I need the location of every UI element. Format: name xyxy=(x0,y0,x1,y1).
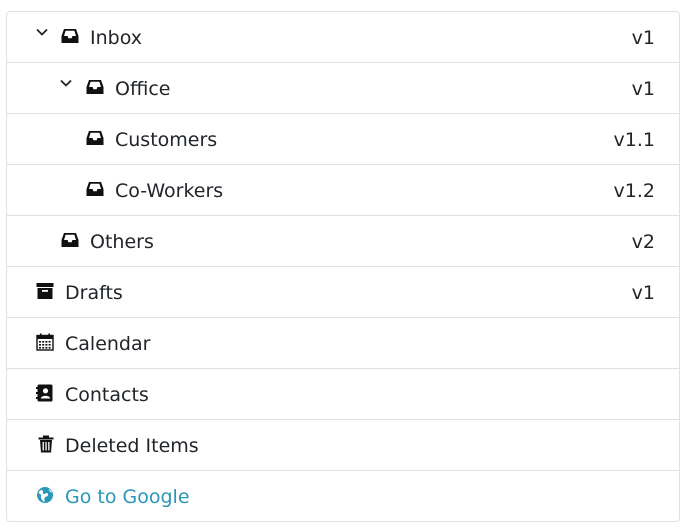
tree-item-contacts[interactable]: Contacts xyxy=(7,369,679,420)
version-badge: v1 xyxy=(631,282,655,304)
chevron-down-icon[interactable] xyxy=(35,25,49,39)
tree-item-label: Customers xyxy=(115,129,218,151)
tree-item-label: Deleted Items xyxy=(65,435,199,457)
tree-item-inbox[interactable]: Inbox v1 xyxy=(7,12,679,63)
tree-item-label: Office xyxy=(115,78,171,100)
inbox-tray-icon xyxy=(86,78,104,96)
tree-item-label: Co-Workers xyxy=(115,180,224,202)
tree-item-others[interactable]: Others v2 xyxy=(7,216,679,267)
version-badge: v2 xyxy=(631,231,655,253)
chevron-down-icon[interactable] xyxy=(59,76,73,90)
tree-item-label: Calendar xyxy=(65,333,151,355)
trash-icon xyxy=(37,435,55,453)
address-book-icon xyxy=(36,384,54,402)
tree-item-label: Contacts xyxy=(65,384,149,406)
folder-tree: Inbox v1 Office v1 Customers v1.1 Co-Wor… xyxy=(6,11,680,522)
archive-box-icon xyxy=(36,282,54,300)
tree-item-calendar[interactable]: Calendar xyxy=(7,318,679,369)
tree-item-label[interactable]: Go to Google xyxy=(65,485,190,509)
tree-item-label: Others xyxy=(90,231,154,253)
tree-item-deleted-items[interactable]: Deleted Items xyxy=(7,420,679,471)
tree-item-go-to-google-link[interactable]: Go to Google xyxy=(7,471,679,521)
inbox-tray-icon xyxy=(61,231,79,249)
calendar-icon xyxy=(36,333,54,351)
inbox-tray-icon xyxy=(86,129,104,147)
tree-item-label: Drafts xyxy=(65,282,123,304)
tree-item-label: Inbox xyxy=(90,27,142,49)
tree-item-office[interactable]: Office v1 xyxy=(7,63,679,114)
version-badge: v1.2 xyxy=(613,180,655,202)
tree-item-co-workers[interactable]: Co-Workers v1.2 xyxy=(7,165,679,216)
tree-item-customers[interactable]: Customers v1.1 xyxy=(7,114,679,165)
version-badge: v1 xyxy=(631,27,655,49)
version-badge: v1 xyxy=(631,78,655,100)
tree-item-drafts[interactable]: Drafts v1 xyxy=(7,267,679,318)
inbox-tray-icon xyxy=(86,180,104,198)
globe-icon xyxy=(36,486,54,504)
version-badge: v1.1 xyxy=(613,129,655,151)
inbox-tray-icon xyxy=(61,27,79,45)
